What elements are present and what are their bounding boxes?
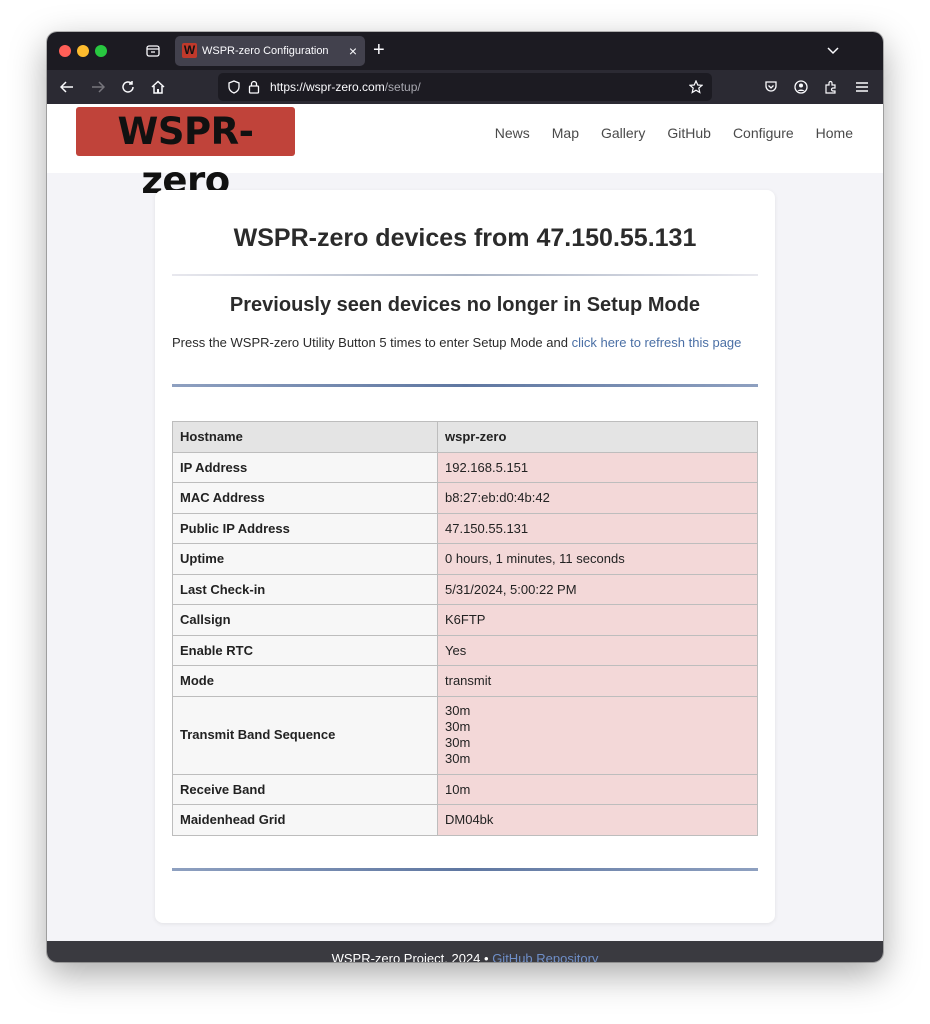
navigation-toolbar: https://wspr-zero.com/setup/: [47, 70, 883, 104]
title-divider: [172, 274, 758, 276]
extensions-icon[interactable]: [821, 77, 841, 97]
row-value: DM04bk: [437, 804, 758, 836]
bookmark-star-icon[interactable]: [686, 77, 706, 97]
table-row: Receive Band 10m: [172, 773, 758, 805]
favicon-icon: W: [182, 43, 197, 58]
url-host: https://wspr-zero.com: [270, 80, 385, 94]
footer-copyright: WSPR-zero Project, 2024 •: [331, 951, 493, 962]
close-tab-icon[interactable]: ×: [349, 42, 357, 60]
row-value: 0 hours, 1 minutes, 11 seconds: [437, 543, 758, 575]
firefox-view-icon[interactable]: [143, 41, 163, 61]
url-text: https://wspr-zero.com/setup/: [270, 80, 421, 94]
band-entry: 30m: [445, 703, 471, 718]
row-value: transmit: [437, 665, 758, 697]
address-bar[interactable]: https://wspr-zero.com/setup/: [218, 73, 712, 101]
table-row: Mode transmit: [172, 665, 758, 697]
setup-instructions: Press the WSPR-zero Utility Button 5 tim…: [172, 335, 772, 350]
instructions-text: Press the WSPR-zero Utility Button 5 tim…: [172, 335, 572, 350]
row-value: 10m: [437, 773, 758, 805]
home-icon[interactable]: [148, 77, 168, 97]
section-subtitle: Previously seen devices no longer in Set…: [229, 294, 701, 316]
section-divider-bottom: [172, 868, 758, 871]
site-logo[interactable]: WSPR-zero: [76, 107, 295, 202]
tab-title: WSPR-zero Configuration: [202, 45, 329, 57]
band-entry: 30m: [445, 735, 471, 750]
header-value: wspr-zero: [437, 421, 758, 453]
row-value: 192.168.5.151: [437, 451, 758, 483]
row-label: Uptime: [172, 543, 438, 575]
table-row: Maidenhead Grid DM04bk: [172, 804, 758, 836]
header-key: Hostname: [172, 421, 438, 453]
row-label: Transmit Band Sequence: [172, 695, 438, 775]
row-value: K6FTP: [437, 604, 758, 636]
table-row: Callsign K6FTP: [172, 604, 758, 636]
browser-window: W WSPR-zero Configuration × + https://ws…: [47, 32, 883, 962]
row-label: IP Address: [172, 451, 438, 483]
row-label: Mode: [172, 665, 438, 697]
page-title: WSPR-zero devices from 47.150.55.131: [233, 224, 697, 252]
shield-icon[interactable]: [224, 77, 244, 97]
active-tab[interactable]: W WSPR-zero Configuration ×: [175, 36, 365, 66]
devices-card: WSPR-zero devices from 47.150.55.131 Pre…: [155, 190, 775, 923]
table-row: MAC Address b8:27:eb:d0:4b:42: [172, 482, 758, 514]
site-footer: WSPR-zero Project, 2024 • GitHub Reposit…: [47, 941, 883, 962]
nav-link-github[interactable]: GitHub: [667, 125, 711, 141]
row-label: Public IP Address: [172, 512, 438, 544]
zoom-window-button[interactable]: [95, 45, 107, 57]
nav-link-gallery[interactable]: Gallery: [601, 125, 645, 141]
tab-strip: W WSPR-zero Configuration × +: [47, 32, 883, 70]
nav-link-configure[interactable]: Configure: [733, 125, 794, 141]
band-entry: 30m: [445, 751, 471, 766]
row-label: Receive Band: [172, 773, 438, 805]
row-value: b8:27:eb:d0:4b:42: [437, 482, 758, 514]
device-info-table: Hostname wspr-zero IP Address 192.168.5.…: [172, 421, 758, 836]
forward-arrow-icon[interactable]: [88, 77, 108, 97]
pocket-icon[interactable]: [761, 77, 781, 97]
row-label: Last Check-in: [172, 573, 438, 605]
close-window-button[interactable]: [59, 45, 71, 57]
section-divider-top: [172, 384, 758, 387]
new-tab-button[interactable]: +: [373, 39, 385, 61]
row-value: 30m 30m 30m 30m: [437, 695, 758, 775]
back-arrow-icon[interactable]: [57, 77, 77, 97]
nav-link-news[interactable]: News: [495, 125, 530, 141]
menu-icon[interactable]: [852, 77, 872, 97]
site-nav: News Map Gallery GitHub Configure Home: [495, 125, 853, 141]
github-repository-link[interactable]: GitHub Repository: [492, 951, 598, 962]
account-icon[interactable]: [791, 77, 811, 97]
site-header: WSPR-zero News Map Gallery GitHub Config…: [47, 104, 883, 202]
minimize-window-button[interactable]: [77, 45, 89, 57]
table-row: Uptime 0 hours, 1 minutes, 11 seconds: [172, 543, 758, 575]
table-row: Enable RTC Yes: [172, 634, 758, 666]
table-row: IP Address 192.168.5.151: [172, 451, 758, 483]
row-label: Callsign: [172, 604, 438, 636]
refresh-link[interactable]: click here to refresh this page: [572, 335, 742, 350]
nav-link-home[interactable]: Home: [816, 125, 853, 141]
row-label: Enable RTC: [172, 634, 438, 666]
row-value: 5/31/2024, 5:00:22 PM: [437, 573, 758, 605]
table-row: Last Check-in 5/31/2024, 5:00:22 PM: [172, 573, 758, 605]
web-page: WSPR-zero News Map Gallery GitHub Config…: [47, 104, 883, 962]
row-label: MAC Address: [172, 482, 438, 514]
row-value: 47.150.55.131: [437, 512, 758, 544]
footer-text: WSPR-zero Project, 2024 • GitHub Reposit…: [47, 951, 883, 962]
table-row: Transmit Band Sequence 30m 30m 30m 30m: [172, 695, 758, 775]
nav-link-map[interactable]: Map: [552, 125, 579, 141]
lock-icon[interactable]: [244, 77, 264, 97]
row-value: Yes: [437, 634, 758, 666]
reload-icon[interactable]: [118, 77, 138, 97]
row-label: Maidenhead Grid: [172, 804, 438, 836]
list-all-tabs-icon[interactable]: [827, 42, 839, 60]
band-entry: 30m: [445, 719, 471, 734]
url-path: /setup/: [384, 80, 421, 94]
table-header-row: Hostname wspr-zero: [172, 421, 758, 453]
table-row: Public IP Address 47.150.55.131: [172, 512, 758, 544]
